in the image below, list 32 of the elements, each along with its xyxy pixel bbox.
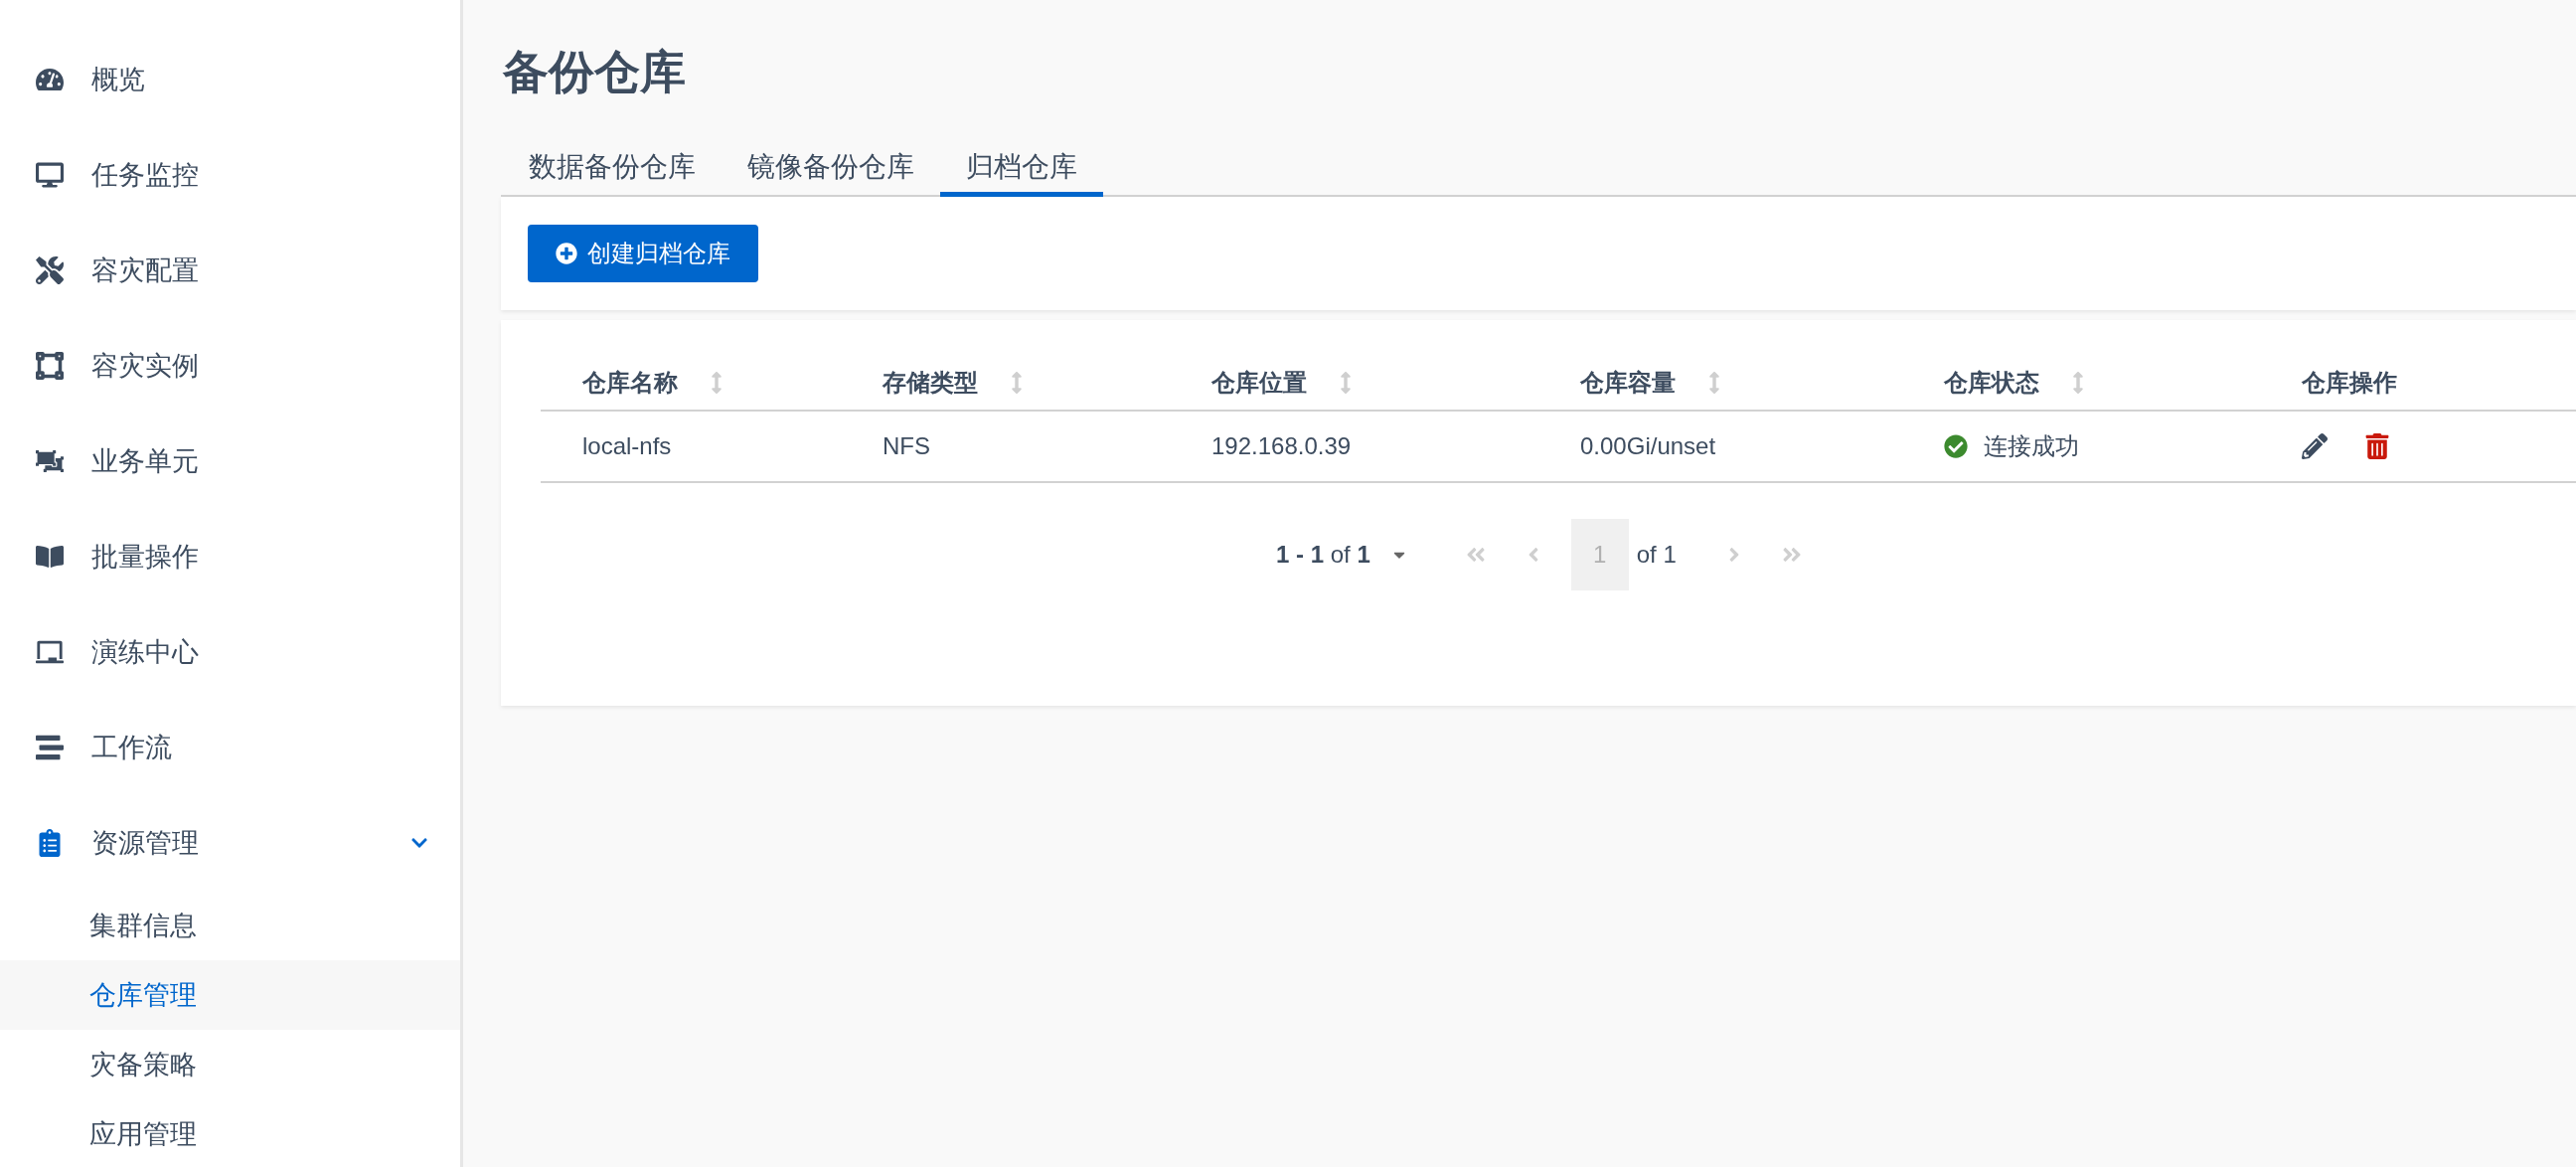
tab[interactable]: 镜像备份仓库	[722, 141, 940, 197]
table-cell-text: 0.00Gi/unset	[1580, 431, 1716, 461]
sidebar-subitem[interactable]: 应用管理	[0, 1099, 460, 1167]
column-header: 存储类型	[883, 368, 978, 398]
column-header: 仓库状态	[1944, 368, 2039, 398]
sidebar-item[interactable]: 演练中心	[0, 604, 460, 700]
pagination-range: 1 - 1 of 1	[1276, 540, 1370, 570]
column-header: 仓库容量	[1580, 368, 1676, 398]
table-cell-text: local-nfs	[582, 431, 672, 461]
sidebar-item[interactable]: 工作流	[0, 700, 460, 795]
sidebar-subitem[interactable]: 仓库管理	[0, 960, 460, 1030]
sidebar-item[interactable]: 概览	[0, 32, 460, 127]
sidebar-item[interactable]: 任务监控	[0, 127, 460, 223]
sidebar-item[interactable]: 业务单元	[0, 414, 460, 509]
create-button[interactable]: 创建归档仓库	[528, 225, 758, 282]
sidebar-item[interactable]: 资源管理	[0, 795, 460, 891]
status-text: 连接成功	[1984, 431, 2079, 461]
sidebar-item[interactable]: 容灾实例	[0, 318, 460, 414]
sidebar-item[interactable]: 容灾配置	[0, 223, 460, 318]
tab[interactable]: 数据备份仓库	[503, 141, 722, 197]
page-title: 备份仓库	[503, 45, 686, 99]
sidebar-subitem[interactable]: 集群信息	[0, 891, 460, 960]
sidebar-subitem[interactable]: 灾备策略	[0, 1030, 460, 1099]
edit-icon[interactable]	[2302, 433, 2328, 459]
column-header: 仓库位置	[1211, 368, 1307, 398]
trash-icon[interactable]	[2365, 433, 2389, 459]
column-header: 仓库操作	[2302, 368, 2397, 398]
page-count: of 1	[1636, 540, 1677, 570]
sidebar-item[interactable]: 批量操作	[0, 509, 460, 604]
column-header: 仓库名称	[582, 368, 678, 398]
table-cell-text: 192.168.0.39	[1211, 431, 1352, 461]
table-cell-text: NFS	[883, 431, 930, 461]
